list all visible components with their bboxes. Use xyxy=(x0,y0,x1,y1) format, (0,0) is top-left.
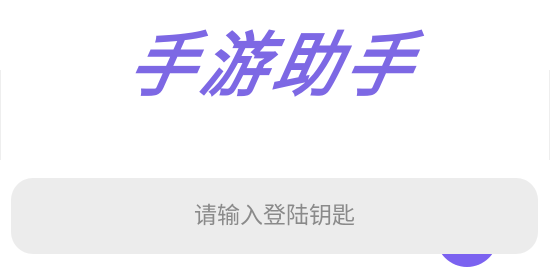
app-logo: 手游助手 xyxy=(0,20,550,112)
app-logo-text: 手游助手 xyxy=(122,24,428,107)
login-key-input[interactable] xyxy=(11,178,538,254)
